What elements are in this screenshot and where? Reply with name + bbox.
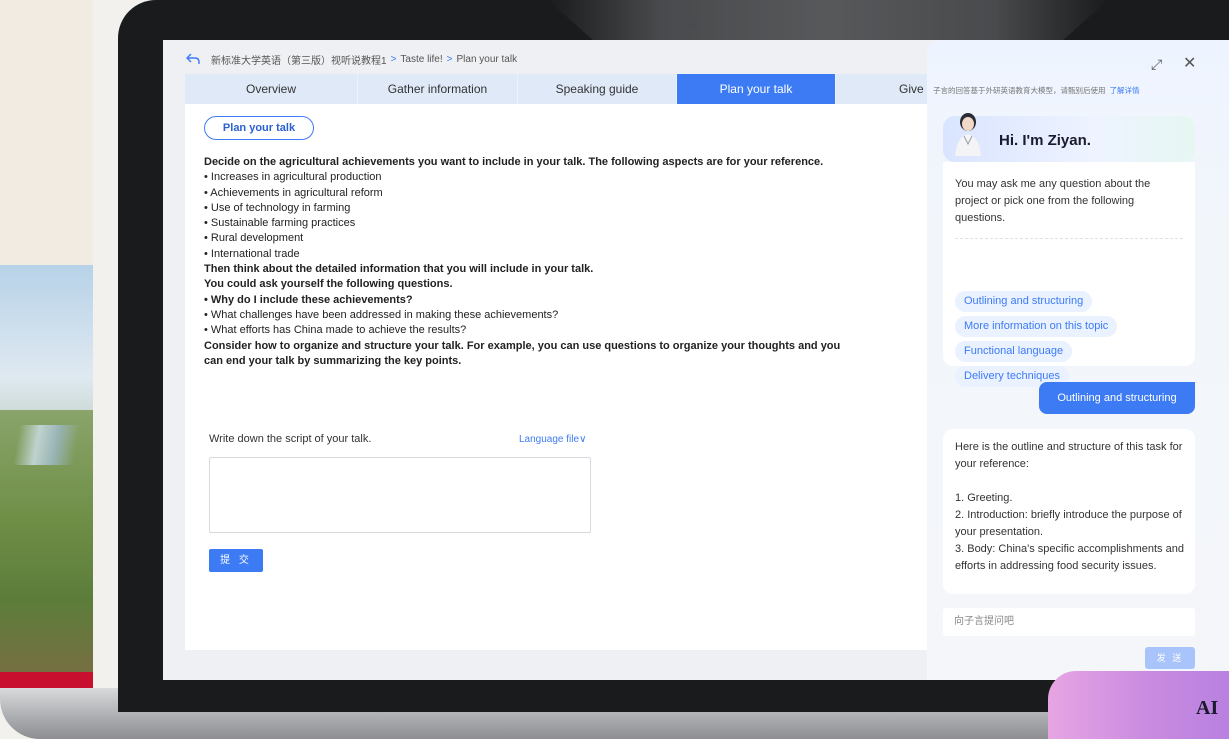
reply-line: 2. Introduction: briefly introduce the p… (955, 509, 1182, 538)
breadcrumb-course[interactable]: 新标准大学英语（第三版）视听说教程1 (211, 52, 387, 67)
ai-badge-text: AI (1196, 697, 1219, 719)
ai-reply: Here is the outline and structure of thi… (943, 429, 1195, 594)
poster-sky (0, 265, 93, 425)
language-file-dropdown[interactable]: Language file∨ (519, 434, 586, 445)
lesson-panel: 新标准大学英语（第三版）视听说教程1 > Taste life! > Plan … (163, 40, 933, 680)
reply-line (955, 473, 1191, 490)
section-pill: Plan your talk (204, 116, 314, 140)
instruction-line: Then think about the detailed informatio… (204, 263, 594, 276)
reply-line: Here is the outline and structure of thi… (955, 441, 1183, 470)
learn-more-link[interactable]: 了解详情 (1110, 86, 1140, 95)
breadcrumb-page: Plan your talk (456, 53, 518, 65)
ai-notice: 子言的回答基于外研英语教育大模型，请甄别后使用 了解详情 (933, 85, 1140, 96)
reply-line: 3. Body: China's specific accomplishment… (955, 543, 1184, 572)
ai-badge: AI (1048, 671, 1229, 739)
user-message: Outlining and structuring (1039, 382, 1195, 414)
suggestion-more-information[interactable]: More information on this topic (955, 316, 1118, 337)
breadcrumb-separator: > (446, 53, 453, 65)
laptop-gloss (548, 0, 1108, 40)
suggestion-outlining[interactable]: Outlining and structuring (955, 291, 1093, 312)
instruction-line: • Rural development (204, 232, 304, 245)
close-icon[interactable]: ✕ (1183, 53, 1196, 73)
instructions: Decide on the agricultural achievements … (204, 155, 924, 369)
greeting-text: Hi. I'm Ziyan. (999, 132, 1091, 149)
instruction-line: • Increases in agricultural production (204, 171, 382, 184)
instruction-line: • What challenges have been addressed in… (204, 308, 559, 321)
tab-speaking-guide[interactable]: Speaking guide (518, 74, 677, 104)
background-poster (0, 0, 93, 692)
instruction-line: • What efforts has China made to achieve… (204, 324, 467, 337)
task-content: Plan your talk Decide on the agricultura… (185, 104, 933, 650)
language-file-label: Language file (519, 434, 580, 445)
tab-give-your-talk[interactable]: Give y (836, 74, 933, 104)
expand-icon[interactable]: ⤢ (1151, 56, 1162, 73)
chat-input[interactable]: 向子言提问吧 (943, 608, 1195, 636)
send-button[interactable]: 发 送 (1145, 647, 1195, 669)
intro-text: You may ask me any question about the pr… (955, 178, 1151, 224)
chevron-down-icon: ∨ (579, 434, 587, 445)
script-prompt: Write down the script of your talk. (209, 433, 372, 445)
ziyan-avatar (955, 113, 981, 156)
poster-river (0, 425, 93, 465)
ai-notice-text: 子言的回答基于外研英语教育大模型，请甄别后使用 (933, 86, 1106, 95)
script-textarea[interactable] (209, 457, 591, 533)
camera-icon (691, 22, 698, 29)
suggestion-functional-language[interactable]: Functional language (955, 341, 1073, 362)
intro-card: You may ask me any question about the pr… (943, 162, 1195, 387)
laptop-screen: 新标准大学英语（第三版）视听说教程1 > Taste life! > Plan … (163, 40, 1229, 680)
instruction-line: • Why do I include these achievements? (204, 293, 413, 306)
instruction-line: • Achievements in agricultural reform (204, 186, 383, 199)
tab-gather-information[interactable]: Gather information (358, 74, 518, 104)
submit-button[interactable]: 提 交 (209, 549, 263, 572)
instruction-line: can end your talk by summarizing the key… (204, 354, 462, 367)
tab-overview[interactable]: Overview (185, 74, 358, 104)
instruction-line: Decide on the agricultural achievements … (204, 156, 824, 168)
ai-chat-panel: ⤢ ✕ 子言的回答基于外研英语教育大模型，请甄别后使用 了解详情 Hi. I'm … (927, 40, 1229, 680)
instruction-line: • Use of technology in farming (204, 201, 351, 214)
reply-line: 1. Greeting. (955, 492, 1013, 504)
instruction-line: You could ask yourself the following que… (204, 278, 453, 291)
tab-plan-your-talk[interactable]: Plan your talk (677, 74, 836, 104)
tab-bar: Overview Gather information Speaking gui… (185, 74, 933, 104)
breadcrumb-separator: > (390, 53, 397, 65)
instruction-line: • International trade (204, 247, 300, 260)
ai-reply-text: Here is the outline and structure of thi… (955, 439, 1191, 575)
instruction-line: • Sustainable farming practices (204, 217, 356, 230)
breadcrumb-unit[interactable]: Taste life! (400, 54, 442, 65)
breadcrumb: 新标准大学英语（第三版）视听说教程1 > Taste life! > Plan … (185, 50, 517, 68)
back-arrow-icon[interactable] (185, 52, 201, 66)
greeting-card: Hi. I'm Ziyan. (943, 113, 1195, 162)
divider (955, 238, 1183, 239)
instruction-line: Consider how to organize and structure y… (204, 339, 841, 352)
